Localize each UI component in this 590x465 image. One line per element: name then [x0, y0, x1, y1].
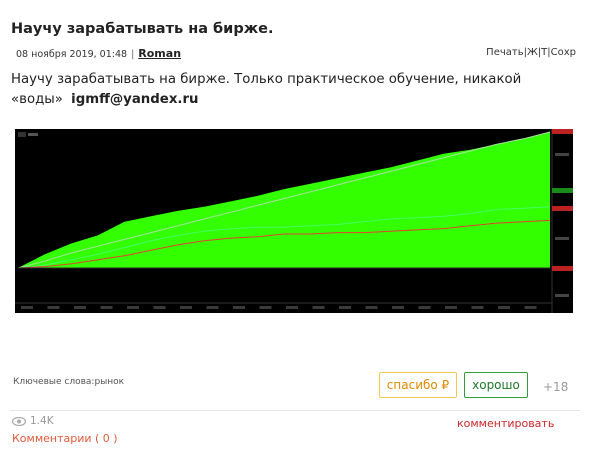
- chart-symbol-label: [28, 133, 38, 136]
- print-link[interactable]: Печать: [486, 47, 523, 58]
- bold-link[interactable]: Ж: [527, 47, 538, 58]
- time-tick: [524, 306, 537, 309]
- scale-tick-label: [555, 153, 569, 156]
- time-tick: [312, 306, 325, 309]
- keywords: Ключевые слова:рынок: [13, 377, 124, 387]
- scale-tick-label: [555, 294, 569, 297]
- rating-score: +18: [543, 380, 569, 394]
- time-tick: [339, 306, 351, 309]
- meta-separator: |: [131, 49, 135, 60]
- equity-chart: [15, 129, 573, 313]
- price-scale: [552, 129, 573, 313]
- post-date: 08 ноября 2019, 01:48: [16, 49, 128, 60]
- good-button[interactable]: хорошо: [464, 372, 528, 398]
- time-tick: [286, 306, 298, 309]
- time-tick: [180, 306, 192, 309]
- scale-marker-red: [552, 206, 573, 211]
- eye-icon: [12, 416, 26, 426]
- post-tools: Печать|Ж|Т|Сохр: [486, 47, 576, 58]
- comment-action-link[interactable]: комментировать: [457, 417, 554, 430]
- views-count: 1.4K: [30, 415, 54, 427]
- scale-tick-label: [555, 237, 569, 240]
- keywords-label: Ключевые слова:: [13, 377, 95, 387]
- time-tick: [498, 306, 510, 309]
- scale-marker-green: [552, 188, 573, 193]
- time-tick: [445, 306, 457, 309]
- post-meta: 08 ноября 2019, 01:48 | Roman: [16, 47, 181, 60]
- time-tick: [100, 306, 113, 309]
- save-link[interactable]: Сохр: [551, 47, 576, 58]
- views-counter: 1.4K: [12, 415, 54, 427]
- time-tick: [233, 306, 245, 309]
- post-body: Научу зарабатывать на бирже. Только прак…: [11, 70, 571, 110]
- keyword-link[interactable]: рынок: [94, 377, 124, 387]
- contact-email[interactable]: igmff@yandex.ru: [71, 92, 198, 107]
- post-title: Научу зарабатывать на бирже.: [11, 21, 274, 37]
- chart-corner-icon: [18, 132, 26, 137]
- time-tick: [206, 306, 219, 309]
- time-tick: [259, 306, 272, 309]
- time-tick: [153, 306, 166, 309]
- author-link[interactable]: Roman: [138, 47, 181, 60]
- scale-marker-top: [552, 129, 573, 134]
- time-tick: [21, 306, 33, 309]
- time-tick: [418, 306, 431, 309]
- comments-link[interactable]: Комментарии ( 0 ): [12, 432, 118, 445]
- time-tick: [392, 306, 404, 309]
- time-tick: [74, 306, 86, 309]
- text-link[interactable]: Т: [541, 47, 547, 58]
- thanks-button[interactable]: спасибо ₽: [379, 372, 457, 398]
- time-tick: [471, 306, 484, 309]
- time-tick: [47, 306, 60, 309]
- time-tick: [365, 306, 378, 309]
- equity-chart-svg: [15, 129, 573, 313]
- scale-marker-zero: [552, 266, 573, 271]
- footer-divider: [10, 410, 580, 411]
- time-tick: [127, 306, 139, 309]
